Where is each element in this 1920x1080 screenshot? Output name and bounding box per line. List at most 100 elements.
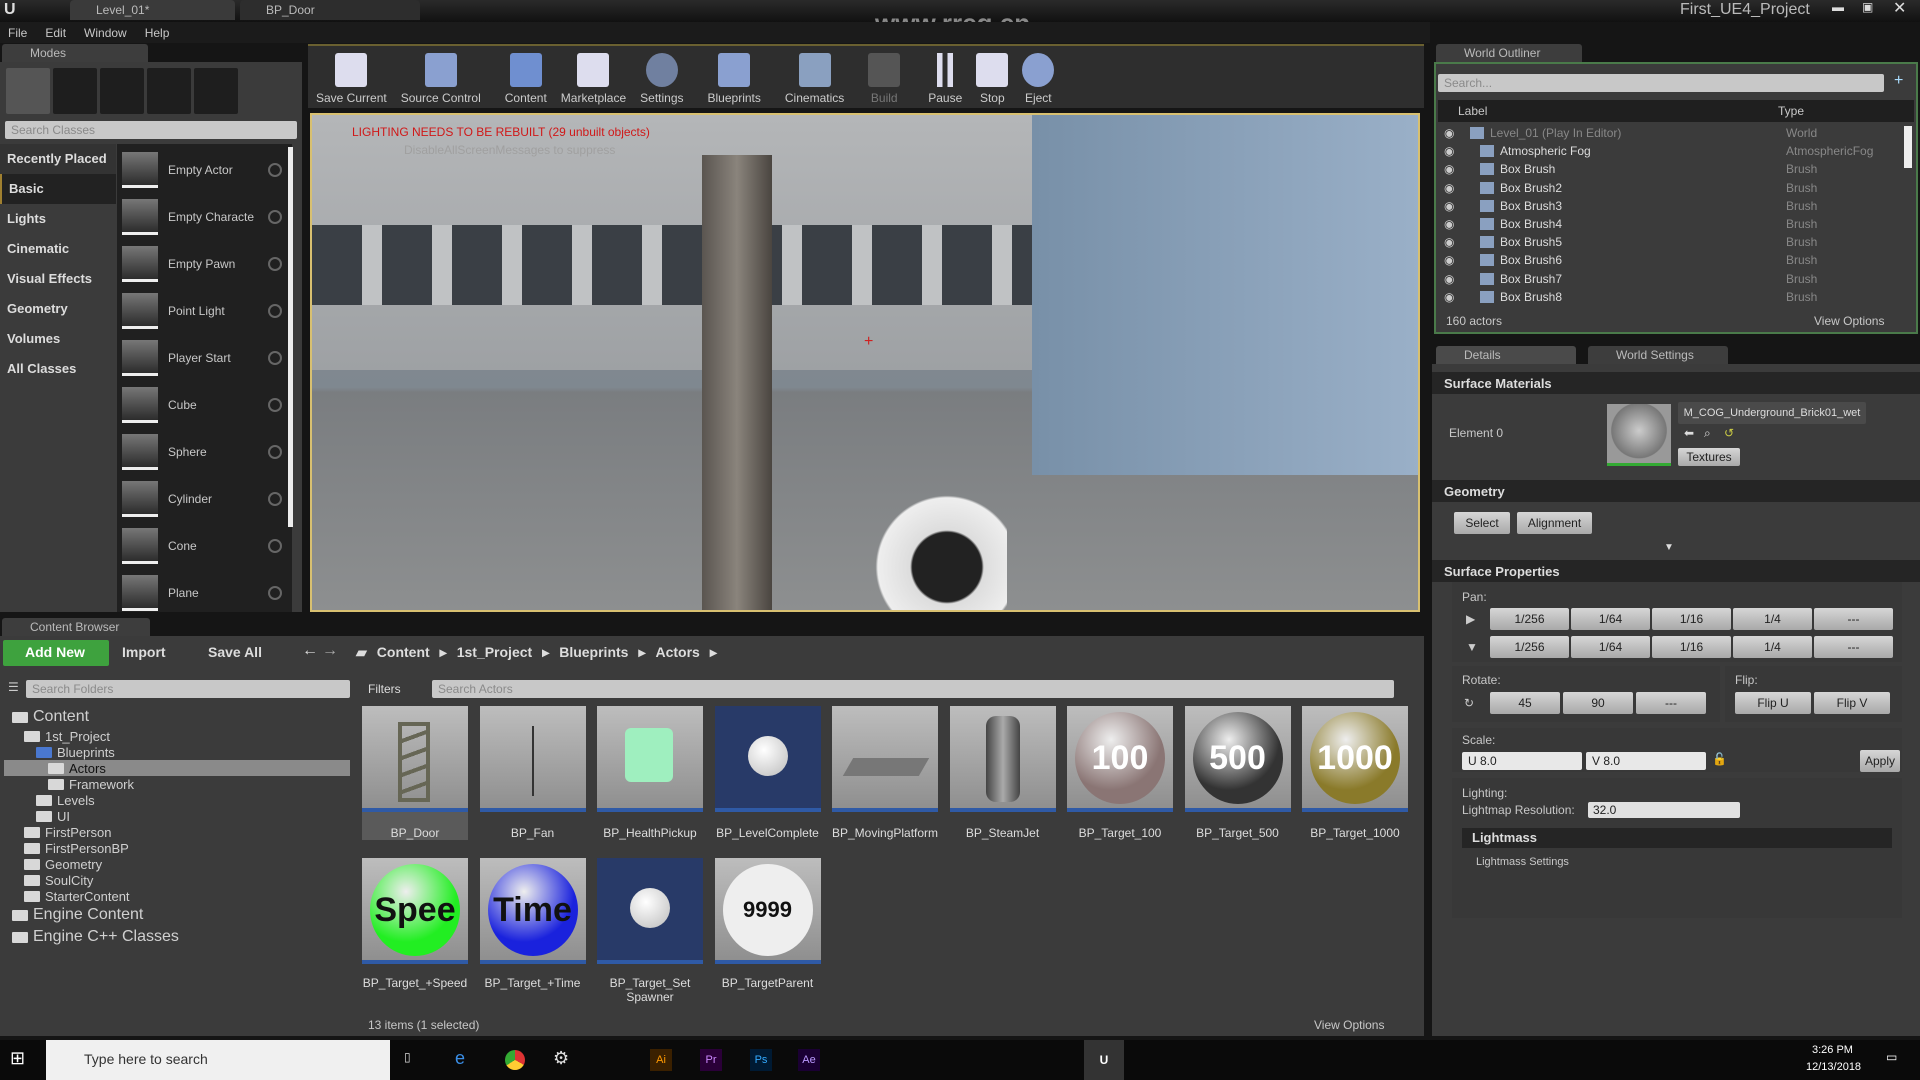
asset-tile[interactable]: Spee BP_Target_+Speed (362, 858, 468, 990)
outliner-row[interactable]: ◉ Box Brush6 Brush (1438, 251, 1898, 269)
textures-dropdown[interactable]: Textures (1678, 448, 1740, 466)
asset-tile[interactable]: BP_HealthPickup (597, 706, 703, 840)
folder-item[interactable]: Geometry (4, 856, 350, 872)
cinematics-button[interactable]: Cinematics (785, 46, 844, 108)
content-button[interactable]: Content (505, 46, 547, 108)
help-icon[interactable] (268, 444, 282, 459)
visibility-eye-icon[interactable]: ◉ (1438, 290, 1466, 304)
world-outliner-tab[interactable]: World Outliner (1436, 44, 1582, 62)
menu-window[interactable]: Window (84, 26, 127, 40)
lightmass-header[interactable]: Lightmass (1462, 828, 1892, 848)
content-browser-tab[interactable]: Content Browser (2, 618, 150, 636)
folder-item[interactable]: FirstPersonBP (4, 840, 350, 856)
asset-tile[interactable]: BP_Fan (479, 706, 586, 840)
asset-tile[interactable]: BP_Door (362, 706, 468, 840)
world-settings-tab[interactable]: World Settings (1588, 346, 1728, 364)
pan-button[interactable]: 1/256 (1490, 636, 1569, 658)
use-selected-arrow-icon[interactable]: ⬅ (1684, 426, 1694, 440)
pan-button[interactable]: 1/64 (1571, 636, 1650, 658)
visibility-eye-icon[interactable]: ◉ (1438, 144, 1466, 158)
category-cinematic[interactable]: Cinematic (0, 234, 116, 264)
save-current-button[interactable]: Save Current (316, 46, 387, 108)
settings-button[interactable]: Settings (640, 46, 684, 108)
pan-button[interactable]: 1/256 (1490, 608, 1569, 630)
search-actors-input[interactable]: Search Actors (432, 680, 1394, 698)
rotate-45-button[interactable]: 45 (1490, 692, 1560, 714)
outliner-row[interactable]: ◉ Box Brush Brush (1438, 160, 1898, 178)
help-icon[interactable] (268, 397, 282, 412)
geometry-mode-icon[interactable] (194, 68, 238, 114)
folder-item[interactable]: Content (4, 706, 350, 728)
lock-icon[interactable]: 🔓 (1712, 752, 1727, 766)
category-geometry[interactable]: Geometry (0, 294, 116, 324)
visibility-eye-icon[interactable]: ◉ (1438, 272, 1466, 286)
visibility-eye-icon[interactable]: ◉ (1438, 199, 1466, 213)
tab-level[interactable]: Level_01* (70, 0, 235, 20)
menu-file[interactable]: File (8, 26, 27, 40)
pan-button[interactable]: 1/16 (1652, 636, 1731, 658)
select-dropdown[interactable]: Select (1454, 512, 1510, 534)
visibility-eye-icon[interactable]: ◉ (1438, 181, 1466, 195)
visibility-eye-icon[interactable]: ◉ (1438, 126, 1466, 140)
pan-button[interactable]: 1/4 (1733, 636, 1812, 658)
help-icon[interactable] (268, 350, 282, 365)
folder-item[interactable]: SoulCity (4, 872, 350, 888)
visibility-eye-icon[interactable]: ◉ (1438, 162, 1466, 176)
help-icon[interactable] (268, 585, 282, 600)
after-effects-icon[interactable]: Ae (798, 1049, 820, 1071)
add-new-button[interactable]: Add New (3, 640, 109, 666)
scale-u-field[interactable]: U 8.0 (1462, 752, 1582, 770)
outliner-row[interactable]: ◉ Box Brush5 Brush (1438, 233, 1898, 251)
outliner-view-options[interactable]: View Options (1814, 314, 1884, 328)
folder-item[interactable]: Levels (4, 792, 350, 808)
unreal-taskbar-icon[interactable]: U (1084, 1040, 1124, 1080)
material-dropdown[interactable]: M_COG_Underground_Brick01_wet (1678, 402, 1866, 424)
lightmass-settings[interactable]: Lightmass Settings (1476, 856, 1569, 868)
save-all-button[interactable]: Save All (208, 644, 262, 660)
breadcrumb-item[interactable]: 1st_Project (457, 644, 532, 661)
build-button[interactable]: Build (868, 46, 901, 108)
breadcrumb-chevron-icon[interactable]: ▸ (638, 644, 645, 661)
folder-item[interactable]: UI (4, 808, 350, 824)
outliner-row[interactable]: ◉ Box Brush2 Brush (1438, 179, 1898, 197)
asset-tile[interactable]: 1000 BP_Target_1000 (1302, 706, 1408, 840)
asset-tile[interactable]: BP_LevelComplete (714, 706, 821, 840)
class-item[interactable]: Point Light (117, 287, 292, 334)
windows-start-icon[interactable]: ⊞ (10, 1048, 25, 1069)
asset-tile[interactable]: 100 BP_Target_100 (1067, 706, 1173, 840)
place-mode-icon[interactable] (6, 68, 50, 114)
reset-icon[interactable]: ↺ (1724, 426, 1734, 440)
source-control-button[interactable]: Source Control (401, 46, 481, 108)
forward-icon[interactable]: → (322, 642, 338, 660)
asset-tile[interactable]: Time BP_Target_+Time (479, 858, 586, 990)
help-icon[interactable] (268, 491, 282, 506)
class-item[interactable]: Empty Actor (117, 146, 292, 193)
class-item[interactable]: Player Start (117, 334, 292, 381)
menu-help[interactable]: Help (145, 26, 170, 40)
category-visual-effects[interactable]: Visual Effects (0, 264, 116, 294)
eject-button[interactable]: Eject (1022, 46, 1055, 108)
blueprints-button[interactable]: Blueprints (708, 46, 761, 108)
folder-item[interactable]: Actors (4, 760, 350, 776)
category-recently-placed[interactable]: Recently Placed (0, 144, 116, 174)
notifications-icon[interactable]: ▭ (1886, 1050, 1897, 1064)
category-volumes[interactable]: Volumes (0, 324, 116, 354)
sources-toggle-icon[interactable]: ☰ (8, 680, 19, 694)
landscape-mode-icon[interactable] (100, 68, 144, 114)
folder-item[interactable]: FirstPerson (4, 824, 350, 840)
add-folder-icon[interactable]: + (1894, 72, 1903, 90)
asset-tile[interactable]: BP_SteamJet (949, 706, 1056, 840)
outliner-row[interactable]: ◉ Box Brush8 Brush (1438, 288, 1898, 306)
folder-item[interactable]: Blueprints (4, 744, 350, 760)
pan-custom-dropdown[interactable]: --- (1814, 636, 1893, 658)
breadcrumb-chevron-icon[interactable]: ▸ (440, 644, 447, 661)
folder-item[interactable]: 1st_Project (4, 728, 350, 744)
asset-tile[interactable]: BP_Target_Set Spawner (597, 858, 703, 1004)
breadcrumb-item[interactable]: Content (377, 644, 430, 661)
class-item[interactable]: Cylinder (117, 475, 292, 522)
scale-v-field[interactable]: V 8.0 (1586, 752, 1706, 770)
folder-item[interactable]: Framework (4, 776, 350, 792)
visibility-eye-icon[interactable]: ◉ (1438, 235, 1466, 249)
help-icon[interactable] (268, 538, 282, 553)
task-view-icon[interactable]: ▯ (404, 1050, 411, 1064)
